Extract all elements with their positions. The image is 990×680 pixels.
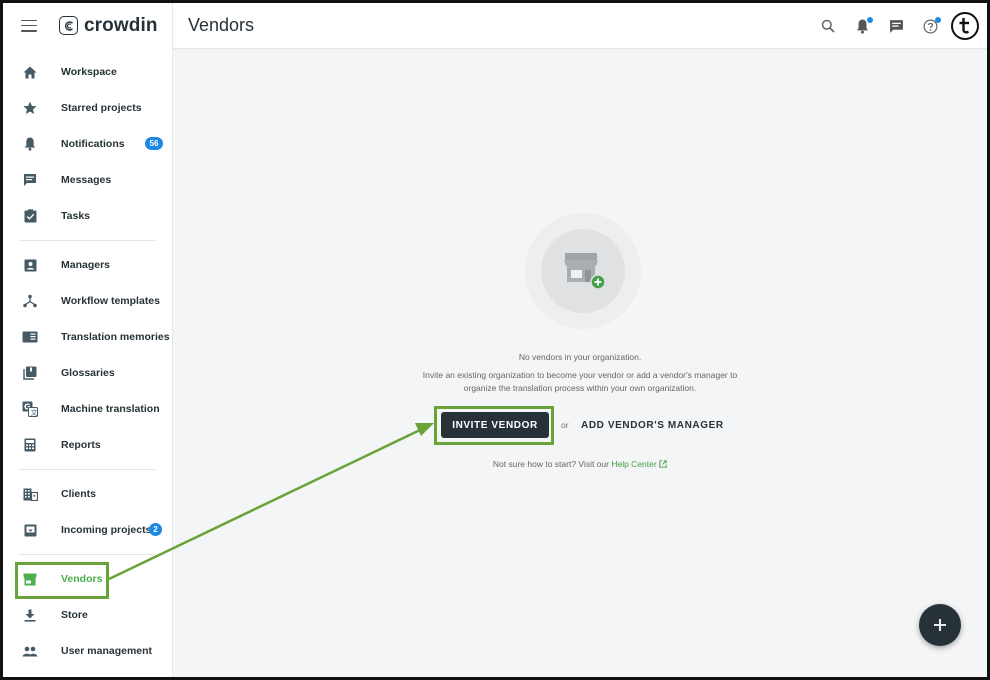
sidebar-item-incoming-projects[interactable]: Incoming projects 2: [3, 512, 172, 548]
add-fab-button[interactable]: [919, 604, 961, 646]
sidebar-item-label: Vendors: [61, 573, 103, 585]
glossary-icon: [21, 364, 39, 382]
sidebar-item-managers[interactable]: Managers: [3, 247, 172, 283]
sidebar-item-label: Store: [61, 609, 88, 621]
logo-text: crowdin: [84, 14, 158, 36]
manager-icon: [21, 256, 39, 274]
translation-memory-icon: [21, 328, 39, 346]
sidebar: crowdin Workspace Starred projects Notif…: [3, 3, 173, 677]
notifications-bell-icon[interactable]: [851, 15, 873, 37]
sidebar-item-reports[interactable]: Reports: [3, 427, 172, 463]
sidebar-item-label: Machine translation: [61, 403, 160, 415]
home-icon: [21, 63, 39, 81]
search-icon[interactable]: [817, 15, 839, 37]
help-dot: [935, 17, 941, 23]
sidebar-item-store[interactable]: Store: [3, 597, 172, 633]
empty-state-title: No vendors in your organization.: [518, 352, 642, 362]
top-bar-actions: [805, 3, 979, 49]
main-content: No vendors in your organization. Invite …: [173, 49, 987, 677]
sidebar-item-clients[interactable]: Clients: [3, 476, 172, 512]
empty-state-illustration: [525, 213, 641, 329]
workflow-icon: [21, 292, 39, 310]
inbox-icon: [21, 521, 39, 539]
users-icon: [21, 642, 39, 660]
top-bar: Vendors: [173, 3, 987, 49]
add-vendors-manager-button[interactable]: ADD VENDOR'S MANAGER: [575, 412, 730, 438]
task-icon: [21, 207, 39, 225]
sidebar-item-label: Translation memories: [61, 331, 170, 343]
sidebar-item-user-management[interactable]: User management: [3, 633, 172, 669]
sidebar-item-label: Tasks: [61, 210, 90, 222]
calculator-icon: [21, 436, 39, 454]
sidebar-divider: [19, 554, 155, 555]
help-center-link[interactable]: Help Center: [611, 459, 667, 469]
external-link-icon: [659, 460, 667, 468]
incoming-projects-count-badge: 2: [149, 523, 162, 536]
notifications-count-badge: 56: [145, 137, 163, 150]
sidebar-item-notifications[interactable]: Notifications 56: [3, 126, 172, 162]
menu-icon[interactable]: [21, 19, 37, 32]
help-line: Not sure how to start? Visit our Help Ce…: [173, 459, 987, 469]
crowdin-logo[interactable]: crowdin: [59, 15, 158, 37]
help-prefix: Not sure how to start? Visit our: [492, 459, 609, 469]
sidebar-item-label: Workspace: [61, 66, 117, 78]
sidebar-item-glossaries[interactable]: Glossaries: [3, 355, 172, 391]
sidebar-item-label: Notifications: [61, 138, 125, 150]
sidebar-nav: Workspace Starred projects Notifications…: [3, 54, 172, 669]
sidebar-item-vendors[interactable]: Vendors: [3, 561, 172, 597]
avatar[interactable]: [951, 12, 979, 40]
messages-icon[interactable]: [885, 15, 907, 37]
sidebar-item-workflow-templates[interactable]: Workflow templates: [3, 283, 172, 319]
sidebar-item-translation-memories[interactable]: Translation memories: [3, 319, 172, 355]
help-icon[interactable]: [919, 15, 941, 37]
star-icon: [21, 99, 39, 117]
machine-translation-icon: G文: [21, 400, 39, 418]
plus-icon: [934, 619, 946, 631]
page-title: Vendors: [188, 15, 255, 35]
sidebar-item-starred-projects[interactable]: Starred projects: [3, 90, 172, 126]
or-separator: or: [561, 420, 569, 430]
sidebar-item-label: Messages: [61, 174, 112, 186]
svg-text:文: 文: [31, 408, 38, 417]
sidebar-item-workspace[interactable]: Workspace: [3, 54, 172, 90]
help-center-link-label: Help Center: [611, 459, 657, 469]
sidebar-item-label: Glossaries: [61, 367, 115, 379]
sidebar-item-label: User management: [61, 645, 153, 657]
sidebar-item-messages[interactable]: Messages: [3, 162, 172, 198]
sidebar-divider: [19, 240, 155, 241]
bell-icon: [21, 135, 39, 153]
sidebar-divider: [19, 469, 155, 470]
download-icon: [21, 606, 39, 624]
sidebar-item-label: Incoming projects: [61, 524, 152, 536]
store-icon: [21, 570, 39, 588]
sidebar-item-tasks[interactable]: Tasks: [3, 198, 172, 234]
sidebar-item-label: Clients: [61, 488, 97, 500]
sidebar-header: crowdin: [3, 3, 172, 48]
sidebar-item-label: Workflow templates: [61, 295, 160, 307]
sidebar-item-label: Starred projects: [61, 102, 142, 114]
sidebar-item-label: Managers: [61, 259, 111, 271]
sidebar-item-machine-translation[interactable]: G文 Machine translation: [3, 391, 172, 427]
invite-vendor-button[interactable]: INVITE VENDOR: [441, 412, 549, 438]
notification-dot: [867, 17, 873, 23]
sidebar-item-label: Reports: [61, 439, 101, 451]
message-icon: [21, 171, 39, 189]
empty-state-description: Invite an existing organization to becom…: [422, 370, 738, 393]
building-icon: [21, 485, 39, 503]
store-add-icon: [541, 229, 625, 313]
empty-state-actions: INVITE VENDOR or ADD VENDOR'S MANAGER: [173, 412, 987, 440]
crowdin-logo-icon: [59, 16, 78, 35]
